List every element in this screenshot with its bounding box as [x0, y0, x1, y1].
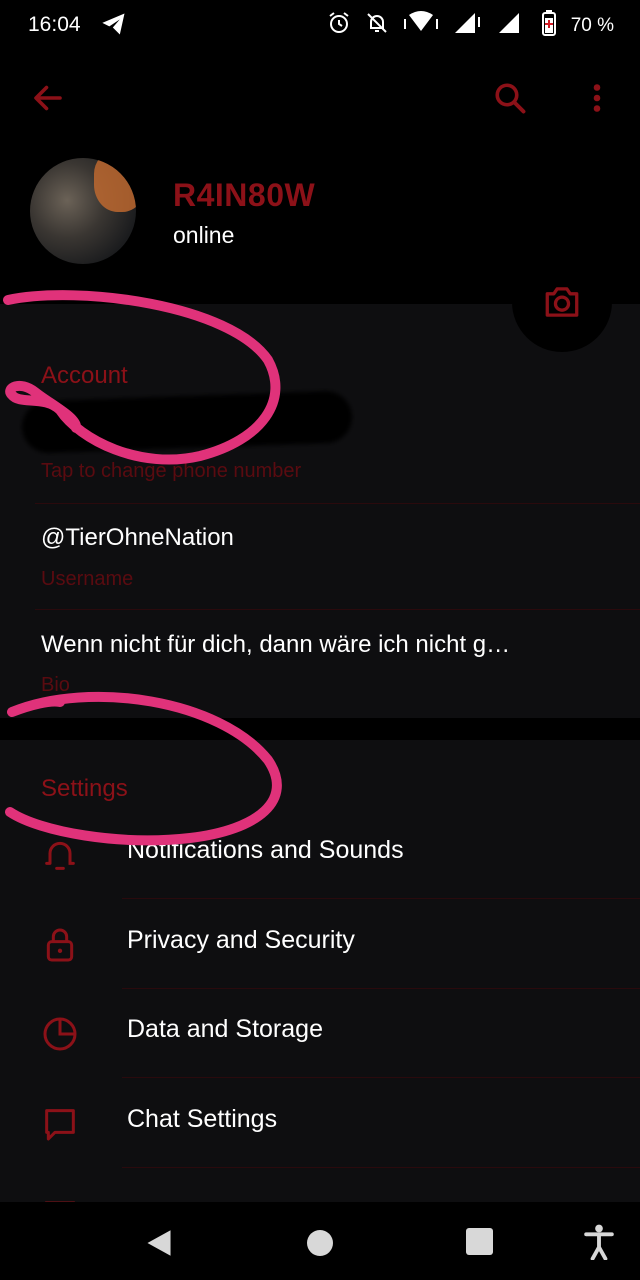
battery-percent: 70 % [570, 14, 614, 36]
menu-item-notifications[interactable]: Notifications and Sounds [0, 810, 640, 899]
search-button[interactable] [492, 80, 532, 116]
system-nav-bar [0, 1202, 640, 1280]
signal-icon [453, 11, 483, 40]
avatar[interactable] [30, 158, 136, 264]
signal-2-icon [497, 11, 527, 40]
account-title: Account [41, 362, 128, 389]
telegram-icon [100, 10, 128, 43]
status-icons: 70 % [327, 10, 614, 41]
status-bar: 16:04 70 % [0, 0, 640, 50]
arrow-left-icon [34, 85, 62, 111]
menu-item-data-storage[interactable]: Data and Storage [0, 989, 640, 1078]
divider [35, 609, 640, 610]
account-section: Account Tap to change phone number @Tier… [0, 304, 640, 718]
notifications-off-icon [365, 11, 389, 40]
alarm-icon [327, 11, 351, 40]
menu-item-label: Notifications and Sounds [127, 836, 404, 864]
settings-title: Settings [41, 775, 128, 802]
divider [35, 503, 640, 504]
username-value[interactable]: @TierOhneNation [41, 524, 234, 552]
bio-value[interactable]: Wenn nicht für dich, dann wäre ich nicht… [41, 631, 510, 659]
bell-icon [40, 835, 80, 875]
back-button[interactable] [30, 80, 70, 116]
settings-section: Settings Notifications and Sounds Privac… [0, 740, 640, 1202]
search-icon [495, 83, 526, 114]
nav-recents-icon[interactable] [466, 1228, 493, 1255]
nav-back-icon[interactable] [145, 1228, 173, 1263]
divider [122, 898, 640, 899]
section-separator [0, 718, 640, 740]
profile-status: online [173, 222, 235, 248]
nav-home-icon[interactable] [307, 1230, 333, 1256]
folder-icon [40, 1193, 80, 1202]
bio-label: Bio [41, 674, 70, 696]
username-label: Username [41, 568, 134, 590]
phone-hint: Tap to change phone number [41, 460, 302, 482]
pie-chart-icon [40, 1014, 80, 1054]
camera-icon [545, 287, 579, 317]
lock-icon [40, 925, 80, 965]
accessibility-icon[interactable] [583, 1224, 615, 1265]
profile-name: R4IN80W [173, 177, 316, 213]
phone-number-redacted[interactable] [21, 390, 353, 454]
battery-icon [541, 10, 557, 41]
divider [122, 1077, 640, 1078]
menu-item-partial[interactable] [0, 1168, 640, 1202]
menu-item-chat-settings[interactable]: Chat Settings [0, 1079, 640, 1168]
menu-item-label: Privacy and Security [127, 926, 355, 954]
more-options-button[interactable] [582, 80, 612, 116]
wifi-icon [403, 11, 439, 40]
menu-item-privacy[interactable]: Privacy and Security [0, 900, 640, 989]
chat-bubble-icon [40, 1104, 80, 1144]
status-time: 16:04 [28, 13, 81, 36]
set-photo-button[interactable] [512, 252, 612, 352]
menu-item-label: Chat Settings [127, 1105, 278, 1133]
menu-item-label: Data and Storage [127, 1015, 323, 1043]
more-vertical-icon [593, 84, 601, 112]
